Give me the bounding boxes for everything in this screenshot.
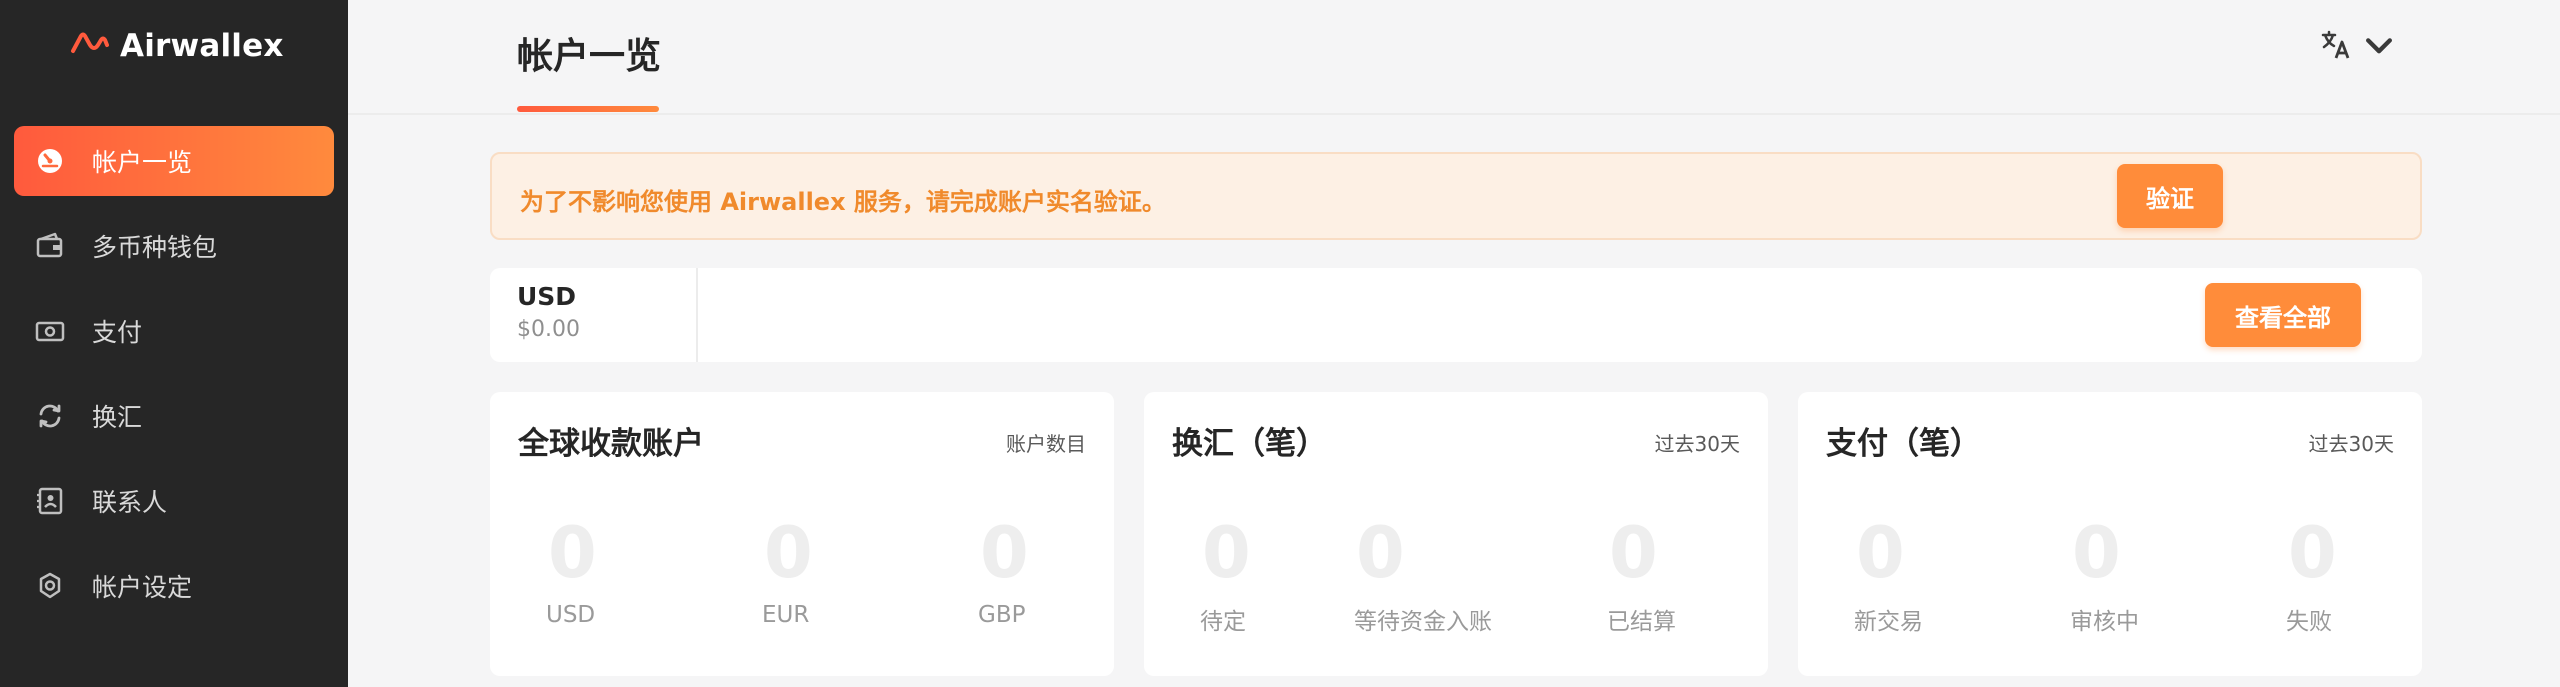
stat-new-transactions[interactable]: 0 新交易 xyxy=(1854,518,1923,636)
sidebar-item-payments[interactable]: 支付 xyxy=(14,296,334,366)
active-tab-indicator xyxy=(517,106,659,112)
language-selector[interactable] xyxy=(2320,28,2396,66)
gear-icon xyxy=(34,570,66,602)
balance-amount: $0.00 xyxy=(517,317,580,342)
stat-failed[interactable]: 0 失败 xyxy=(2286,518,2337,636)
stat-label: 审核中 xyxy=(2070,609,2139,635)
stat-pending[interactable]: 0 待定 xyxy=(1200,518,1251,636)
sidebar-item-label: 多币种钱包 xyxy=(92,233,218,262)
stat-label: USD xyxy=(546,602,596,628)
card-meta: 账户数目 xyxy=(1006,432,1086,456)
sidebar-item-label: 换汇 xyxy=(92,403,143,432)
exchange-refresh-icon xyxy=(34,400,66,432)
stat-awaiting-funds[interactable]: 0 等待资金入账 xyxy=(1354,518,1492,636)
stat-value: 0 xyxy=(1609,512,1658,594)
card-title: 全球收款账户 xyxy=(518,426,704,462)
sidebar-item-label: 帐户一览 xyxy=(92,148,193,177)
stat-label: 失败 xyxy=(2286,609,2332,635)
sidebar-item-wallet[interactable]: 多币种钱包 xyxy=(14,211,334,281)
card-meta: 过去30天 xyxy=(2308,432,2394,456)
sidebar-item-overview[interactable]: 帐户一览 xyxy=(14,126,334,196)
stat-value: 0 xyxy=(1856,512,1905,594)
payments-card: 支付（笔） 过去30天 0 新交易 0 审核中 0 失败 xyxy=(1798,392,2422,676)
stat-usd[interactable]: 0 USD xyxy=(546,518,597,628)
dashboard-gauge-icon xyxy=(34,145,66,177)
card-meta: 过去30天 xyxy=(1654,432,1740,456)
sidebar-item-label: 联系人 xyxy=(92,488,168,517)
sidebar-item-label: 支付 xyxy=(92,318,143,347)
fx-conversions-card: 换汇（笔） 过去30天 0 待定 0 等待资金入账 0 已结算 xyxy=(1144,392,1768,676)
balance-bar: USD $0.00 查看全部 xyxy=(490,268,2422,362)
sidebar-item-exchange[interactable]: 换汇 xyxy=(14,381,334,451)
sidebar: Airwallex 帐户一览 多币种钱包 支付 换汇 联系人 帐户设定 xyxy=(0,0,348,687)
stat-value: 0 xyxy=(764,512,813,594)
app-root: Airwallex 帐户一览 多币种钱包 支付 换汇 联系人 帐户设定 帐户一览… xyxy=(0,0,2560,687)
translate-icon xyxy=(2320,28,2354,66)
view-all-button[interactable]: 查看全部 xyxy=(2205,283,2361,347)
card-title: 支付（笔） xyxy=(1826,426,1981,462)
stat-in-review[interactable]: 0 审核中 xyxy=(2070,518,2139,636)
verification-notice: 为了不影响您使用 Airwallex 服务，请完成账户实名验证。 验证 xyxy=(490,152,2422,240)
stat-gbp[interactable]: 0 GBP xyxy=(978,518,1029,628)
balance-currency: USD xyxy=(517,282,577,311)
contacts-book-icon xyxy=(34,485,66,517)
top-bar: 帐户一览 xyxy=(348,0,2560,115)
stat-label: 等待资金入账 xyxy=(1354,609,1492,635)
chevron-down-icon xyxy=(2362,28,2396,66)
stat-value: 0 xyxy=(980,512,1029,594)
stat-label: GBP xyxy=(978,602,1026,628)
card-title: 换汇（笔） xyxy=(1172,426,1327,462)
stat-value: 0 xyxy=(1356,512,1405,594)
verify-button[interactable]: 验证 xyxy=(2117,164,2223,228)
stat-value: 0 xyxy=(2072,512,2121,594)
stat-label: 新交易 xyxy=(1854,609,1923,635)
global-accounts-card: 全球收款账户 账户数目 0 USD 0 EUR 0 GBP xyxy=(490,392,1114,676)
stat-value: 0 xyxy=(1202,512,1251,594)
balance-summary[interactable]: USD $0.00 xyxy=(490,268,698,362)
main-content: 帐户一览 为了不影响您使用 Airwallex 服务，请完成账户实名验证。 验证… xyxy=(348,0,2560,687)
sidebar-item-settings[interactable]: 帐户设定 xyxy=(14,551,334,621)
sidebar-item-label: 帐户设定 xyxy=(92,573,193,602)
stat-value: 0 xyxy=(2288,512,2337,594)
stat-eur[interactable]: 0 EUR xyxy=(762,518,813,628)
sidebar-item-contacts[interactable]: 联系人 xyxy=(14,466,334,536)
stat-label: EUR xyxy=(762,602,810,628)
airwallex-logo-icon xyxy=(70,31,110,61)
sidebar-nav: 帐户一览 多币种钱包 支付 换汇 联系人 帐户设定 xyxy=(14,126,334,636)
wallet-icon xyxy=(34,230,66,262)
stat-settled[interactable]: 0 已结算 xyxy=(1607,518,1676,636)
brand-name: Airwallex xyxy=(120,28,284,64)
stat-label: 待定 xyxy=(1200,609,1246,635)
brand-logo[interactable]: Airwallex xyxy=(70,26,284,66)
stat-value: 0 xyxy=(548,512,597,594)
notice-text: 为了不影响您使用 Airwallex 服务，请完成账户实名验证。 xyxy=(520,188,1166,216)
page-title: 帐户一览 xyxy=(517,36,662,77)
stat-label: 已结算 xyxy=(1607,609,1676,635)
banknote-icon xyxy=(34,315,66,347)
